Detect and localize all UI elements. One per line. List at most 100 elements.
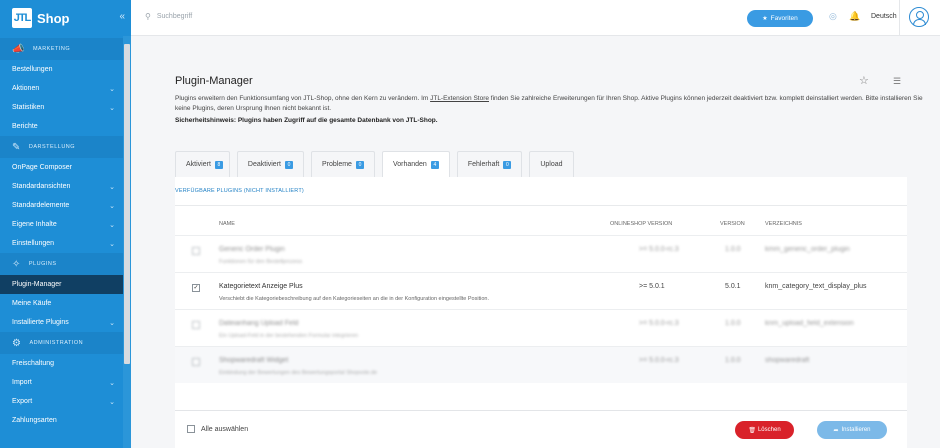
select-all[interactable]: Alle auswählen [187, 425, 248, 433]
plugin-name: Generic Order Plugin [219, 246, 285, 253]
tab-deaktiviert[interactable]: Deaktiviert 0 [236, 151, 304, 177]
row-checkbox[interactable] [192, 321, 200, 329]
plugin-tabs: Aktiviert 8 Deaktiviert 0 Probleme 0 Vorhanden… [175, 151, 581, 177]
sidebar-item-plugin-manager[interactable]: Plugin-Manager [0, 275, 123, 294]
sidebar-scrollbar[interactable] [123, 36, 131, 448]
sidebar-item-berichte[interactable]: Berichte [0, 117, 123, 136]
tab-vorhanden[interactable]: Vorhanden 4 [381, 151, 450, 177]
document-icon[interactable]: ☰ [893, 76, 901, 87]
table-row[interactable]: ✓ Kategorietext Anzeige Plus Verschiebt di… [175, 272, 907, 309]
bell-icon[interactable]: 🔔 [849, 11, 860, 22]
language-selector[interactable]: Deutsch [871, 13, 897, 20]
chevron-down-icon: ⌄ [109, 85, 115, 93]
row-checkbox[interactable]: ✓ [192, 284, 200, 292]
plugins-panel: VERFÜGBARE PLUGINS (NICHT INSTALLIERT) N… [175, 177, 907, 448]
tab-count-badge: 0 [355, 160, 364, 169]
sidebar-item-label: Import [12, 379, 32, 386]
chevron-down-icon: ⌄ [109, 202, 115, 210]
sidebar: JTL Shop « 📣 MARKETING Bestellungen Aktione… [0, 0, 131, 448]
megaphone-icon: 📣 [12, 43, 25, 55]
install-button[interactable]: ➦ Installieren [817, 421, 887, 439]
select-all-checkbox[interactable] [187, 425, 195, 433]
delete-button[interactable]: 🗑 Löschen [735, 421, 794, 439]
plugin-directory: knm_category_text_display_plus [765, 283, 867, 290]
sidebar-item-zahlungsarten[interactable]: Zahlungsarten [0, 411, 123, 430]
favorites-button[interactable]: ★ Favoriten [747, 10, 813, 27]
tab-label: Upload [540, 161, 563, 168]
panel-heading: VERFÜGBARE PLUGINS (NICHT INSTALLIERT) [175, 188, 304, 194]
sidebar-item-label: Installierte Plugins [12, 319, 69, 326]
sidebar-section-darstellung: ✎ DARSTELLUNG [0, 136, 123, 158]
plugin-shop-version: >= 5.0.1 [639, 283, 665, 290]
tab-fehlerhaft[interactable]: Fehlerhaft 0 [456, 151, 523, 177]
sidebar-item-label: Berichte [12, 123, 38, 130]
sidebar-item-label: Aktionen [12, 85, 40, 92]
col-name: NAME [219, 221, 235, 227]
favorite-star-icon[interactable]: ☆ [859, 74, 869, 87]
sidebar-item-onpage-composer[interactable]: OnPage Composer [0, 158, 123, 177]
user-avatar-icon[interactable] [909, 7, 929, 27]
sidebar-item-import[interactable]: Import ⌄ [0, 373, 123, 392]
tab-aktiviert[interactable]: Aktiviert 8 [175, 151, 230, 177]
install-label: Installieren [841, 427, 871, 433]
plugin-version: 5.0.1 [725, 283, 741, 290]
plugin-version: 1.0.0 [725, 357, 741, 364]
sidebar-section-title: DARSTELLUNG [28, 144, 76, 150]
sidebar-item-export[interactable]: Export ⌄ [0, 392, 123, 411]
sidebar-section-plugins: ✧ PLUGINS [0, 253, 123, 275]
security-warning: Sicherheitshinweis: Plugins haben Zugrif… [175, 117, 438, 124]
sidebar-section-title: ADMINISTRATION [29, 340, 84, 346]
row-checkbox[interactable] [192, 358, 200, 366]
desc-text-1: Plugins erweitern den Funktionsumfang vo… [175, 95, 431, 102]
sidebar-item-aktionen[interactable]: Aktionen ⌄ [0, 79, 123, 98]
sidebar-item-label: Standardansichten [12, 183, 71, 190]
col-version: VERSION [720, 221, 745, 227]
search-input[interactable]: Suchbegriff [157, 13, 192, 20]
chevron-down-icon: ⌄ [109, 221, 115, 229]
panel-footer: Alle auswählen 🗑 Löschen ➦ Installieren [175, 410, 907, 448]
sidebar-item-bestellungen[interactable]: Bestellungen [0, 60, 123, 79]
chevron-down-icon: ⌄ [109, 379, 115, 387]
sidebar-item-installierte-plugins[interactable]: Installierte Plugins ⌄ [0, 313, 123, 332]
page-description: Plugins erweitern den Funktionsumfang vo… [175, 94, 925, 114]
row-checkbox[interactable] [192, 247, 200, 255]
plugin-shop-version: >= 5.0.0-rc.3 [639, 246, 679, 253]
sidebar-item-standardelemente[interactable]: Standardelemente ⌄ [0, 196, 123, 215]
extension-store-link[interactable]: JTL-Extension Store [430, 95, 489, 102]
top-bar: ⚲ Suchbegriff ★ Favoriten ◎ 🔔 Deutsch [131, 0, 940, 36]
tab-probleme[interactable]: Probleme 0 [310, 151, 375, 177]
sidebar-item-standardansichten[interactable]: Standardansichten ⌄ [0, 177, 123, 196]
scrollbar-thumb[interactable] [124, 44, 130, 364]
sidebar-item-label: Freischaltung [12, 360, 55, 367]
sidebar-item-eigene-inhalte[interactable]: Eigene Inhalte ⌄ [0, 215, 123, 234]
plugin-shop-version: >= 5.0.0-rc.3 [639, 320, 679, 327]
tab-upload[interactable]: Upload [529, 151, 574, 177]
collapse-sidebar-icon[interactable]: « [119, 11, 125, 22]
brand-name: Shop [37, 10, 70, 26]
plugin-name: Shopwaredraft Widget [219, 357, 289, 364]
sidebar-item-freischaltung[interactable]: Freischaltung [0, 354, 123, 373]
trash-icon: 🗑 [748, 427, 756, 434]
sidebar-item-label: Meine Käufe [12, 300, 52, 307]
sidebar-section-title: PLUGINS [28, 261, 57, 267]
sidebar-item-einstellungen[interactable]: Einstellungen ⌄ [0, 234, 123, 253]
table-row[interactable]: Dateianhang Upload Feld Ein Upload-Feld i… [175, 309, 907, 346]
chevron-down-icon: ⌄ [109, 319, 115, 327]
table-row[interactable]: Shopwaredraft Widget Einbindung der Bewer… [175, 346, 907, 383]
topbar-divider [899, 0, 900, 36]
sidebar-item-label: Bestellungen [12, 66, 53, 73]
help-icon[interactable]: ◎ [829, 11, 837, 22]
sidebar-item-statistiken[interactable]: Statistiken ⌄ [0, 98, 123, 117]
search-icon: ⚲ [145, 12, 151, 21]
sidebar-item-label: Eigene Inhalte [12, 221, 57, 228]
chevron-down-icon: ⌄ [109, 240, 115, 248]
tab-count-badge: 8 [214, 160, 223, 169]
table-row[interactable]: Generic Order Plugin Funktionen für den B… [175, 235, 907, 272]
search-box[interactable]: ⚲ Suchbegriff [145, 12, 192, 21]
sidebar-item-meine-käufe[interactable]: Meine Käufe [0, 294, 123, 313]
col-shop-version: ONLINESHOP VERSION [610, 221, 673, 227]
tab-count-badge: 0 [503, 160, 512, 169]
jtl-logo[interactable]: JTL [12, 8, 32, 28]
plugin-description: Einbindung der Bewertungen des Bewertung… [219, 370, 378, 376]
tab-label: Vorhanden [392, 161, 427, 168]
